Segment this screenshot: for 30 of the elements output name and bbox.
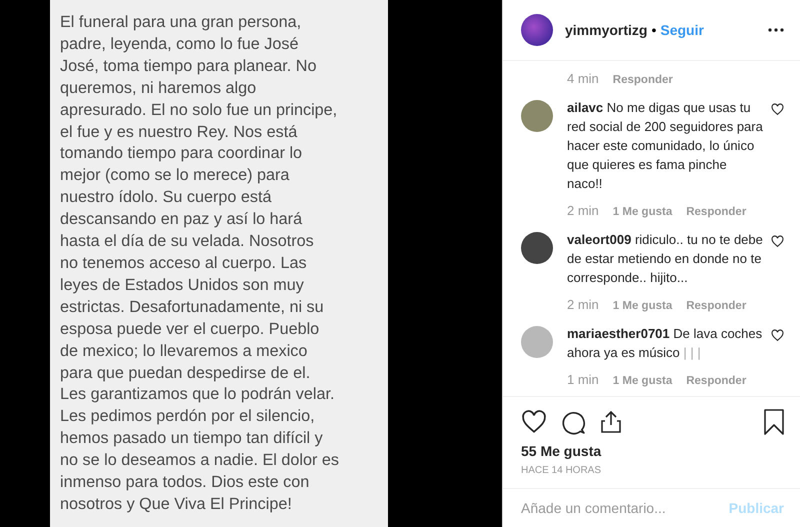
likes-count[interactable]: 1 Me gusta: [612, 375, 672, 387]
reply-link[interactable]: Responder: [686, 375, 746, 387]
share-icon[interactable]: [600, 410, 622, 434]
avatar[interactable]: [521, 14, 553, 46]
avatar[interactable]: [521, 232, 553, 264]
comment-time: 4 min: [567, 71, 599, 86]
follow-link[interactable]: Seguir: [660, 22, 704, 38]
likes-count[interactable]: 1 Me gusta: [612, 206, 672, 218]
reply-link[interactable]: Responder: [686, 300, 746, 312]
comment-text: valeort009 ridiculo.. tu no te debe de estar metiendo en donde no te corresponde.. hijito...: [567, 231, 764, 287]
reply-link[interactable]: Responder: [612, 74, 673, 86]
comment-time: 2 min: [567, 297, 599, 312]
note-text: El funeral para una gran persona, padre, leyenda, como lo fue José José, toma tiempo para planear. No queremos, ni haremos algo apresurado. El no solo fue un principe, el fue y es nuestro Rey. Nos está tomando tiempo para coordinar lo mejor (como se lo merece) para nuestro ídolo. Su cuerpo está descansando en paz y así lo hará hasta el día de su velada. Nosotros no tenemos acceso al cuerpo. Las leyes de Estados Unidos son muy estrictas. Desafortunadamente, ni su esposa puede ver el cuerpo. Pueblo de mexico; lo llevaremos a mexico para que puedan despedirse de el. Les garantizamos que lo podrán velar. Les pedimos perdón por el silencio, hemos pasado un tiempo tan difícil y no se lo deseamos a nadie. El dolor es inmenso para todos. Dios este con nosotros y Que Viva El Principe!: [60, 12, 340, 515]
likes-count[interactable]: 1 Me gusta: [612, 300, 672, 312]
like-heart-icon[interactable]: [771, 235, 784, 248]
comment-time: 2 min: [567, 203, 599, 218]
post-time: HACE 14 HORAS: [521, 465, 602, 476]
comment-text: ailavc No me digas que usas tu red social de 200 seguidores para hacer este comunidado, lo único que quieres es fama pinche naco!!: [567, 99, 764, 193]
separator-dot: •: [651, 22, 656, 38]
username[interactable]: yimmyortizg: [565, 22, 648, 38]
comment-time: 1 min: [567, 372, 599, 387]
reply-link[interactable]: Responder: [686, 206, 746, 218]
likes-count[interactable]: 55 Me gusta: [521, 443, 784, 459]
like-heart-icon[interactable]: [521, 409, 547, 435]
more-options-icon[interactable]: [768, 28, 784, 32]
bookmark-icon[interactable]: [764, 409, 784, 435]
comment-text: mariaesther0701 De lava coches ahora ya es músico | | |: [567, 325, 764, 362]
like-heart-icon[interactable]: [771, 103, 784, 116]
comment-icon[interactable]: [561, 410, 586, 434]
like-heart-icon[interactable]: [771, 329, 784, 342]
